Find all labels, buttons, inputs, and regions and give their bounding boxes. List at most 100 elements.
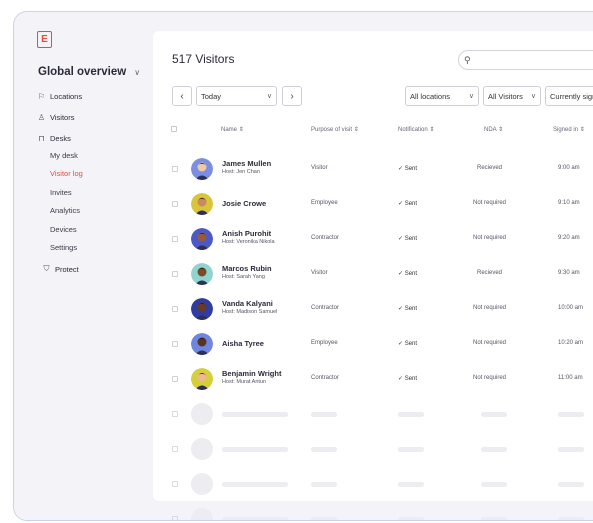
skeleton-bar	[222, 412, 288, 417]
skeleton-checkbox	[172, 446, 178, 452]
nda-status: Not required	[473, 235, 507, 241]
next-day-button[interactable]: ›	[282, 86, 302, 106]
skeleton-bar	[398, 412, 424, 417]
status-filter-value: Currently signed in	[550, 91, 593, 101]
date-filter-dropdown[interactable]: Today ∨	[196, 86, 277, 106]
sidebar-subitem-analytics[interactable]: Analytics	[50, 206, 80, 215]
signed-in-time: 9:10 am	[558, 200, 580, 206]
skeleton-checkbox	[172, 411, 178, 417]
search-input[interactable]: ⚲	[458, 50, 593, 70]
row-checkbox[interactable]	[172, 271, 178, 277]
visitor-name[interactable]: Aisha Tyree	[222, 339, 264, 348]
visitor-name[interactable]: Marcos Rubin	[222, 264, 272, 273]
visitor-host: Host: Veronika Nikola	[222, 239, 275, 245]
avatar	[191, 333, 213, 355]
skeleton-avatar	[191, 473, 213, 495]
shield-icon: ⛉	[43, 264, 50, 273]
select-all-checkbox[interactable]	[171, 126, 177, 132]
column-header-signed-in[interactable]: Signed in ⇕	[553, 126, 585, 133]
sidebar-subitem-my-desk[interactable]: My desk	[50, 151, 78, 160]
envoy-logo-icon[interactable]: E	[37, 31, 52, 48]
signed-in-time: 9:20 am	[558, 235, 580, 241]
row-checkbox[interactable]	[172, 376, 178, 382]
app-window: E Global overview ∨ ⚐ Locations ♙ Visito…	[13, 11, 593, 521]
nda-status: Recieved	[477, 165, 503, 171]
sidebar-item-protect[interactable]: ⛉ Protect	[42, 264, 79, 274]
skeleton-bar	[558, 447, 584, 452]
sidebar-subitem-devices[interactable]: Devices	[50, 225, 77, 234]
skeleton-bar	[311, 412, 337, 417]
visitor-type-filter-dropdown[interactable]: All Visitors ∨	[483, 86, 541, 106]
skeleton-bar	[311, 447, 337, 452]
column-header-name[interactable]: Name ⇕	[221, 126, 244, 133]
sidebar-subitem-settings[interactable]: Settings	[50, 243, 77, 252]
column-header-notification[interactable]: Notification ⇕	[398, 126, 434, 133]
table-row[interactable]: Josie Crowe Employee ✓ Sent Not required…	[153, 187, 593, 222]
sidebar-item-desks[interactable]: ⊓ Desks	[37, 134, 71, 143]
sidebar-subitem-visitor-log[interactable]: Visitor log	[50, 169, 83, 178]
check-icon: ✓	[398, 236, 404, 242]
overview-label: Global overview	[38, 66, 127, 78]
table-row[interactable]: James Mullen Host: Jen Chan Visitor ✓ Se…	[153, 152, 593, 187]
skeleton-bar	[481, 412, 507, 417]
sidebar-item-visitors[interactable]: ♙ Visitors	[37, 113, 75, 122]
table-row[interactable]: Aisha Tyree Employee ✓ Sent Not required…	[153, 327, 593, 362]
row-checkbox[interactable]	[172, 166, 178, 172]
sidebar-subitem-invites[interactable]: Invites	[50, 188, 72, 197]
avatar	[191, 158, 213, 180]
date-filter-value: Today	[201, 91, 222, 101]
visitor-name[interactable]: James Mullen	[222, 159, 271, 168]
skeleton-bar	[222, 517, 288, 520]
column-header-nda[interactable]: NDA ⇕	[484, 126, 503, 133]
table-row[interactable]: Marcos Rubin Host: Sarah Yang Visitor ✓ …	[153, 257, 593, 292]
search-icon: ⚲	[464, 54, 471, 65]
row-checkbox[interactable]	[172, 306, 178, 312]
skeleton-avatar	[191, 508, 213, 520]
status-filter-dropdown[interactable]: Currently signed in	[545, 86, 593, 106]
notification-status: ✓ Sent	[398, 166, 418, 172]
visitor-name[interactable]: Anish Purohit	[222, 229, 271, 238]
visitor-name[interactable]: Benjamin Wright	[222, 369, 281, 378]
sidebar-item-label: Locations	[50, 92, 83, 101]
check-icon: ✓	[398, 376, 404, 382]
skeleton-avatar	[191, 438, 213, 460]
previous-day-button[interactable]: ‹	[172, 86, 192, 106]
check-icon: ✓	[398, 271, 404, 277]
visitor-name[interactable]: Josie Crowe	[222, 199, 266, 208]
column-header-purpose[interactable]: Purpose of visit ⇕	[311, 126, 359, 133]
row-checkbox[interactable]	[172, 341, 178, 347]
visit-purpose: Contractor	[311, 305, 340, 311]
skeleton-bar	[398, 482, 424, 487]
sidebar-item-label: Desks	[50, 134, 71, 143]
location-filter-value: All locations	[410, 91, 451, 101]
sort-icon: ⇕	[238, 127, 244, 133]
check-icon: ✓	[398, 341, 404, 347]
nda-status: Not required	[473, 305, 507, 311]
location-filter-dropdown[interactable]: All locations ∨	[405, 86, 479, 106]
map-icon: ⚐	[37, 92, 46, 101]
nda-status: Not required	[473, 375, 507, 381]
row-checkbox[interactable]	[172, 201, 178, 207]
desk-icon: ⊓	[38, 134, 45, 143]
sidebar-item-locations[interactable]: ⚐ Locations	[37, 92, 82, 101]
table-row[interactable]: Anish Purohit Host: Veronika Nikola Cont…	[153, 222, 593, 257]
row-checkbox[interactable]	[172, 236, 178, 242]
signed-in-time: 11:00 am	[558, 375, 583, 381]
table-row[interactable]: Vanda Kalyani Host: Madison Samuel Contr…	[153, 292, 593, 327]
page-title: 517 Visitors	[172, 52, 235, 66]
sidebar-item-label: Visitors	[50, 113, 75, 122]
avatar	[191, 193, 213, 215]
chevron-down-icon: ∨	[468, 93, 474, 100]
table-row[interactable]: Benjamin Wright Host: Murat Antun Contra…	[153, 362, 593, 397]
chevron-left-icon: ‹	[180, 90, 184, 102]
sort-icon: ⇕	[579, 127, 585, 133]
nda-status: Not required	[473, 340, 507, 346]
signed-in-time: 9:00 am	[558, 165, 580, 171]
visitor-name[interactable]: Vanda Kalyani	[222, 299, 273, 308]
visit-purpose: Contractor	[311, 235, 340, 241]
notification-status: ✓ Sent	[398, 306, 418, 312]
visitor-host: Host: Jen Chan	[222, 169, 260, 175]
global-overview-dropdown[interactable]: Global overview ∨	[38, 66, 140, 78]
notification-status: ✓ Sent	[398, 271, 418, 277]
notification-status: ✓ Sent	[398, 376, 418, 382]
